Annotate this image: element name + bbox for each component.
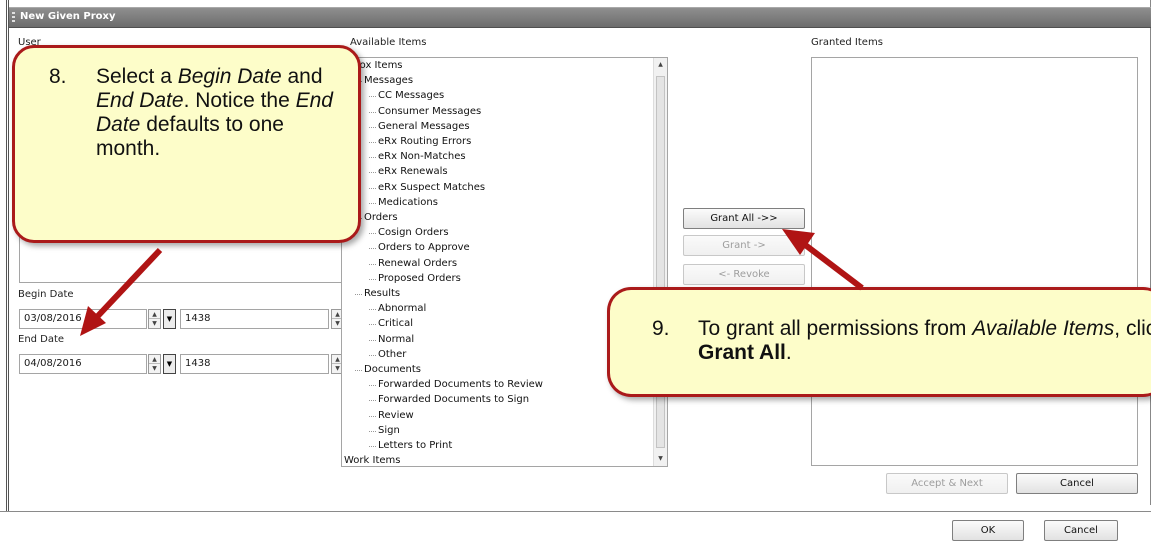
begin-date-dropdown-icon[interactable]: ▼ [163,309,176,329]
callout-text: Select a [96,65,178,88]
grant-all-button[interactable]: Grant All ->> [683,208,805,229]
end-date-spinner[interactable]: ▲ ▼ [148,354,161,374]
revoke-button[interactable]: <- Revoke [683,264,805,285]
tree-connector [369,157,376,159]
tree-connector [369,385,376,387]
tree-item[interactable]: Documents [355,364,421,375]
spin-down-icon[interactable]: ▼ [149,319,160,328]
tree-item[interactable]: Review [369,410,414,421]
titlebar-grip-icon [12,12,15,24]
window-left-edge [0,0,9,511]
callout-text: and [281,65,323,88]
begin-time-input[interactable]: 1438 [180,309,329,329]
tree-connector [369,415,376,417]
end-date-label: End Date [18,334,65,345]
scroll-up-icon[interactable]: ▲ [654,58,667,72]
end-date-input[interactable]: 04/08/2016 [19,354,147,374]
tree-connector [369,111,376,113]
tree-item[interactable]: Other [369,349,406,360]
tree-connector [369,142,376,143]
callout-text: . Notice the [183,89,296,112]
available-items-label: Available Items [350,37,427,48]
grant-button[interactable]: Grant -> [683,235,805,256]
tree-connector [369,446,376,447]
tree-item[interactable]: Cosign Orders [369,227,449,238]
callout-emphasis: Begin Date [177,65,282,88]
callout-text: To grant all permissions from [698,317,973,340]
spin-up-icon[interactable]: ▲ [149,355,160,364]
callout-9-number: 9. [652,317,670,340]
callout-step-8: 8. Select a Begin Date and End Date. Not… [12,45,361,243]
tree-connector [369,430,376,432]
callout-emphasis: End Date [96,89,184,112]
granted-items-list[interactable] [811,57,1138,466]
callout-8-text: Select a Begin Date and End Date. Notice… [96,65,346,161]
tree-item[interactable]: Abnormal [369,303,426,314]
tree-item[interactable]: eRx Routing Errors [369,136,471,147]
scroll-down-icon[interactable]: ▼ [654,452,667,466]
tree-item[interactable]: CC Messages [369,90,444,101]
tree-connector [369,96,376,98]
callout-9-text: To grant all permissions from Available … [698,317,1151,365]
tree-connector [369,187,376,189]
tree-item[interactable]: General Messages [369,121,470,132]
accept-next-button[interactable]: Accept & Next [886,473,1008,494]
tree-item[interactable]: Orders [355,212,398,223]
tree-item[interactable]: Critical [369,318,413,329]
tree-connector [355,370,362,371]
tree-item[interactable]: Results [355,288,400,299]
granted-items-label: Granted Items [811,37,883,48]
tree-connector [369,172,376,174]
tree-connector [369,278,376,280]
tree-connector [369,233,376,235]
callout-text: , click [1114,317,1151,340]
tree-item[interactable]: Renewal Orders [369,258,457,269]
end-time-input[interactable]: 1438 [180,354,329,374]
tree-connector [369,263,376,265]
callout-emphasis: Available Items [972,317,1115,340]
tree-item[interactable]: Orders to Approve [369,242,470,253]
tree-item[interactable]: eRx Non-Matches [369,151,466,162]
begin-date-label: Begin Date [18,289,74,300]
bottom-button-bar: OK Cancel [0,511,1151,550]
tree-item[interactable]: Letters to Print [369,440,452,451]
tree-connector [369,126,376,128]
tree-item[interactable]: Proposed Orders [369,273,461,284]
tree-item[interactable]: eRx Renewals [369,166,448,177]
spin-down-icon[interactable]: ▼ [149,364,160,373]
callout-strong: Grant All [698,341,786,364]
dialog-title: New Given Proxy [20,11,116,22]
tree-connector [369,248,376,250]
tree-item[interactable]: Forwarded Documents to Sign [369,394,529,405]
tree-scrollbar[interactable]: ▲ ▼ [653,58,667,466]
callout-step-9: 9. To grant all permissions from Availab… [607,287,1151,397]
outer-cancel-button[interactable]: Cancel [1044,520,1118,541]
tree-connector [369,354,376,356]
tree-connector [369,309,376,311]
tree-item[interactable]: eRx Suspect Matches [369,182,485,193]
spin-up-icon[interactable]: ▲ [149,310,160,319]
tree-item[interactable]: Normal [369,334,414,345]
tree-connector [369,324,376,326]
ok-button[interactable]: OK [952,520,1024,541]
dialog-titlebar: New Given Proxy [9,7,1151,28]
tree-item[interactable]: Consumer Messages [369,106,481,117]
tree-item[interactable]: Forwarded Documents to Review [369,379,543,390]
tree-connector [369,202,376,204]
callout-text: . [785,341,792,364]
tree-connector [369,339,376,341]
tree-item[interactable]: Medications [369,197,438,208]
tree-connector [355,294,362,295]
tree-item[interactable]: Work Items [344,455,400,466]
begin-date-spinner[interactable]: ▲ ▼ [148,309,161,329]
tree-item[interactable]: Sign [369,425,400,436]
begin-date-input[interactable]: 03/08/2016 [19,309,147,329]
callout-8-number: 8. [49,65,67,88]
end-date-dropdown-icon[interactable]: ▼ [163,354,176,374]
tree-connector [369,400,376,402]
inner-cancel-button[interactable]: Cancel [1016,473,1138,494]
available-items-tree[interactable]: Inbox Items Messages CC Messages Consumer M… [341,57,668,467]
tree-item[interactable]: Messages [355,75,413,86]
